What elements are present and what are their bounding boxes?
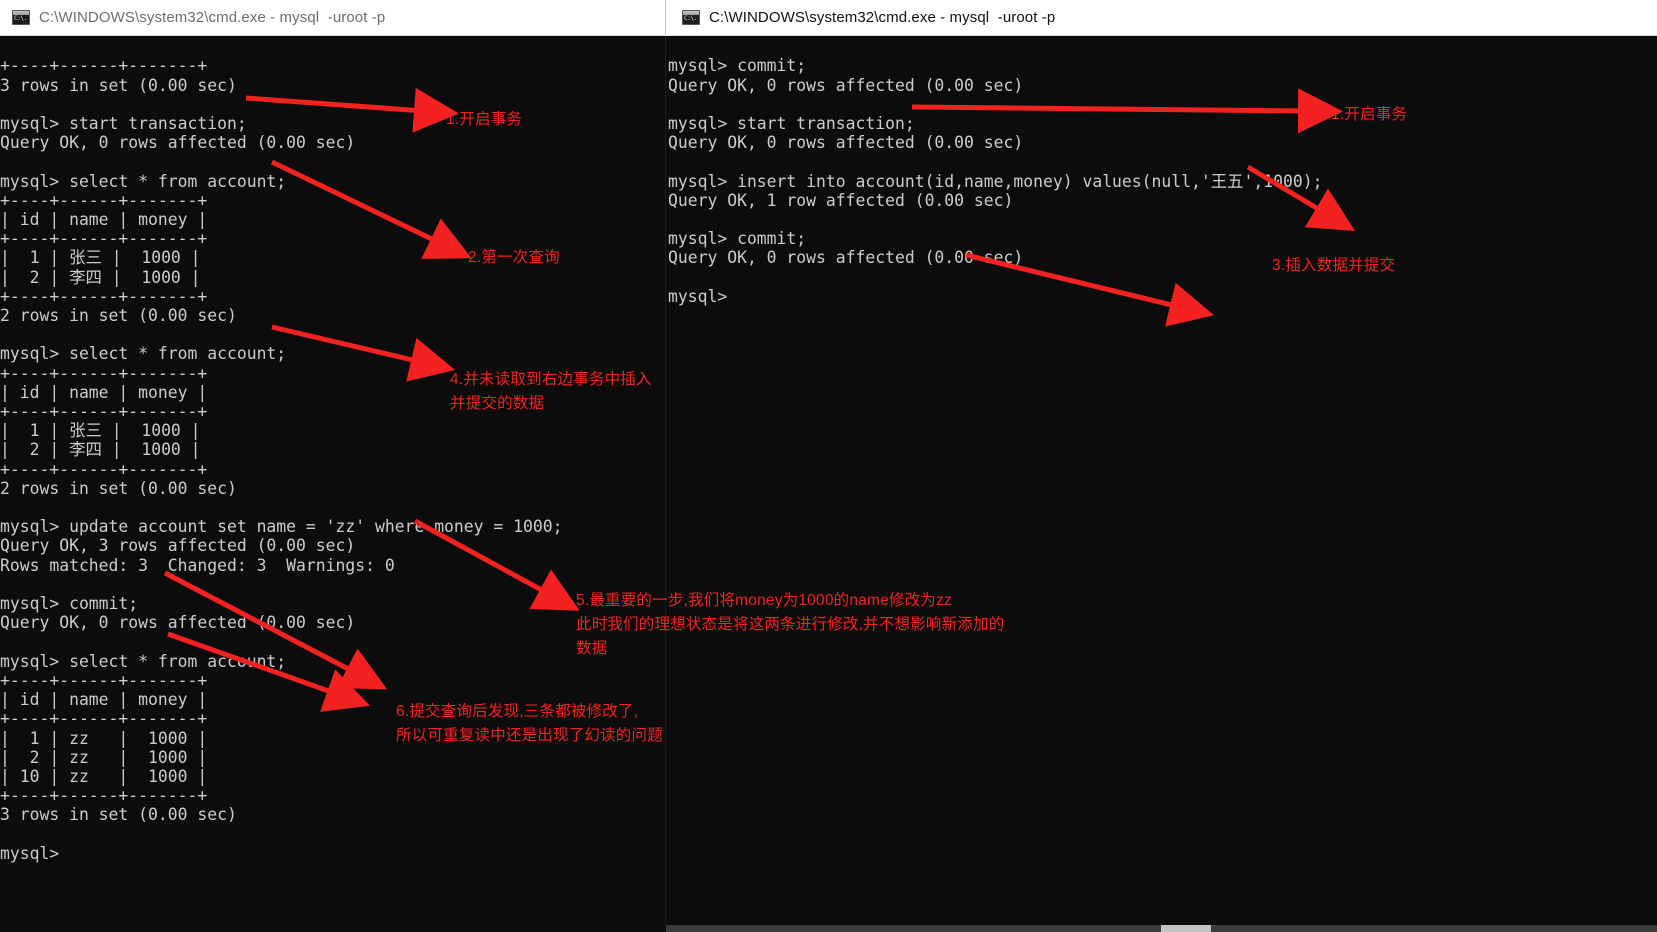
cmd-icon [682,10,700,25]
desktop-background: C:\WINDOWS\system32\cmd.exe - mysql -uro… [0,0,1657,932]
console-window-left[interactable]: C:\WINDOWS\system32\cmd.exe - mysql -uro… [0,0,666,932]
cmd-icon [12,10,30,25]
window-title-right: C:\WINDOWS\system32\cmd.exe - mysql -uro… [709,9,1056,26]
annotation-2-first-query: 2.第一次查询 [468,249,560,266]
annotation-right-1-start-transaction: 1.开启事务 [1331,106,1408,123]
terminal-text-right: mysql> commit; Query OK, 0 rows affected… [668,56,1323,306]
annotation-6-phantom-read: 6.提交查询后发现,三条都被修改了, 所以可重复读中还是出现了幻读的问题 [396,703,663,744]
console-output-right[interactable]: mysql> commit; Query OK, 0 rows affected… [666,36,1657,932]
horizontal-scrollbar[interactable] [666,925,1657,932]
annotation-4-not-read-inserted-data: 4.并未读取到右边事务中插入 并提交的数据 [450,371,652,412]
titlebar-right[interactable]: C:\WINDOWS\system32\cmd.exe - mysql -uro… [666,0,1657,36]
annotation-right-3-insert-and-commit: 3.插入数据并提交 [1272,257,1396,274]
titlebar-left[interactable]: C:\WINDOWS\system32\cmd.exe - mysql -uro… [0,0,666,36]
left-window-bottom-edge [0,926,666,932]
annotation-5-most-important-step: 5.最重要的一步,我们将money为1000的name修改为zz 此时我们的理想… [576,592,1005,657]
console-window-right[interactable]: C:\WINDOWS\system32\cmd.exe - mysql -uro… [666,0,1657,932]
scrollbar-thumb[interactable] [1161,925,1211,932]
window-title-left: C:\WINDOWS\system32\cmd.exe - mysql -uro… [39,9,386,26]
annotation-1-start-transaction: 1.开启事务 [446,111,523,128]
console-output-left[interactable]: +----+------+-------+ 3 rows in set (0.0… [0,36,666,932]
